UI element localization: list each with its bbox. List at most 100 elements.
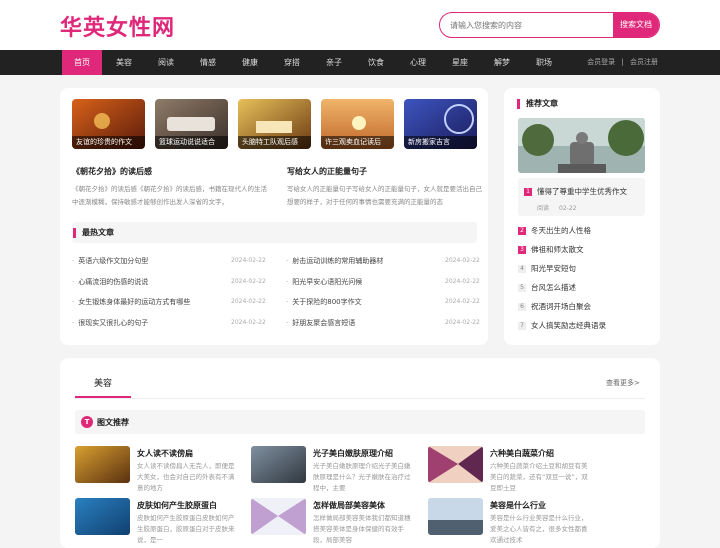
featured-article-desc: 写给女人的正能量句子写给女人的正能量句子，女人就是要活出自己想要的样子，对于任何…: [287, 185, 482, 206]
read-label: 阅读: [537, 205, 550, 212]
nav-item-food[interactable]: 饮食: [356, 50, 396, 75]
rank-badge: 1: [524, 188, 532, 196]
nav-item-emotion[interactable]: 情感: [188, 50, 228, 75]
beauty-item-desc: 美容是什么行业美容是什么行业，爱美之心人皆有之，很多女性都喜欢通过技术: [490, 514, 588, 544]
featured-thumb[interactable]: 许三观卖血记读后: [321, 99, 394, 149]
recommend-image[interactable]: [518, 118, 645, 173]
nav-item-health[interactable]: 健康: [230, 50, 270, 75]
beauty-item-image[interactable]: [75, 498, 130, 535]
beauty-item-photo: [251, 498, 306, 535]
beauty-item-title[interactable]: 美容是什么行业: [490, 500, 546, 511]
hot-list-date: 2024-02-22: [231, 278, 266, 285]
image-text-header-bar: [75, 410, 645, 434]
recommend-item[interactable]: 7 女人搞笑励志经典语录: [518, 320, 606, 331]
beauty-item-title[interactable]: 女人读不读傍扁: [137, 448, 193, 459]
hot-list-item[interactable]: 关于探险的800字作文: [286, 297, 361, 307]
nav-item-beauty[interactable]: 美容: [104, 50, 144, 75]
featured-thumb[interactable]: 篮球运动说说适合: [155, 99, 228, 149]
nav-item-dreams[interactable]: 解梦: [482, 50, 522, 75]
nav-item-horoscope[interactable]: 星座: [440, 50, 480, 75]
rank-badge: 2: [518, 227, 526, 235]
rank-title: 台风怎么描述: [531, 283, 576, 292]
recommend-item[interactable]: 4 阳光早安短句: [518, 263, 576, 274]
featured-thumb[interactable]: 新房搬家吉言: [404, 99, 477, 149]
nav-item-reading[interactable]: 阅读: [146, 50, 186, 75]
beauty-item-desc: 皮肤如何产生胶原蛋白皮肤如何产生胶原蛋白，胶原蛋白对于皮肤来说，是一: [137, 514, 235, 544]
hot-list-item[interactable]: 女生锻炼身体最好的运动方式有哪些: [72, 297, 190, 307]
beauty-item-image[interactable]: [428, 446, 483, 483]
hot-list-item[interactable]: 心痛流泪的伤感的说说: [72, 277, 148, 287]
hot-list-header-bar: [72, 222, 477, 243]
featured-article-desc: 《朝花夕拾》的读后感《朝花夕拾》的读后感，书籍在现代人的生活中逐渐模糊，保持敏感…: [72, 185, 267, 206]
recommend-top-title[interactable]: 1 懂得了尊重中学生优秀作文: [524, 186, 627, 197]
login-link[interactable]: 会员登录: [587, 58, 615, 66]
recommend-item[interactable]: 6 祝酒词开场白聚会: [518, 301, 591, 312]
recommend-top-meta: 阅读 02-22: [537, 203, 576, 212]
beauty-item-desc: 怎样做局部美容美体我们都知道穗搭美容美体是身体保健的有效手段，局部美容: [313, 514, 411, 544]
rank-badge: 5: [518, 284, 526, 292]
featured-article-title[interactable]: 写给女人的正能量句子: [287, 166, 367, 177]
rank-title: 女人搞笑励志经典语录: [531, 321, 606, 330]
beauty-item-title[interactable]: 六种美白蔬菜介绍: [490, 448, 554, 459]
featured-thumb-caption: 许三观卖血记读后: [321, 136, 394, 149]
featured-thumb[interactable]: 头脑特工队观后感: [238, 99, 311, 149]
beauty-item-desc: 女人读不读傍扁人无完人，即便是大美女，也会对自己的外表有不满意的地方: [137, 462, 235, 492]
rank-title: 佛祖和师太散文: [531, 245, 584, 254]
featured-thumb[interactable]: 友谊的珍贵的作文: [72, 99, 145, 149]
rank-title: 阳光早安短句: [531, 264, 576, 273]
beauty-item-title[interactable]: 皮肤如何产生胶原蛋白: [137, 500, 217, 511]
beauty-item-image[interactable]: [251, 498, 306, 535]
search-input[interactable]: [440, 13, 610, 37]
t-badge-icon: T: [81, 416, 93, 428]
beauty-tab-label: 美容: [93, 379, 112, 389]
hot-list-date: 2024-02-22: [231, 298, 266, 305]
beauty-item-image[interactable]: [251, 446, 306, 483]
beauty-tab[interactable]: 美容: [75, 370, 131, 398]
recommend-item[interactable]: 3 佛祖和师太散文: [518, 244, 584, 255]
site-logo[interactable]: 华英女性网: [60, 10, 175, 42]
hot-list-item[interactable]: 英语六级作文加分句型: [72, 256, 148, 266]
rank-title: 冬天出生的人性格: [531, 226, 591, 235]
hot-list-date: 2024-02-22: [445, 257, 480, 264]
nav-item-home[interactable]: 首页: [62, 50, 102, 75]
hot-list-date: 2024-02-22: [445, 278, 480, 285]
beauty-item-title[interactable]: 怎样做局部美容美体: [313, 500, 385, 511]
beauty-item-photo: [75, 498, 130, 535]
featured-thumb-caption: 篮球运动说说适合: [155, 136, 228, 149]
rank-title: 祝酒词开场白聚会: [531, 302, 591, 311]
hot-list-item[interactable]: 好朋友聚会感言短语: [286, 318, 355, 328]
nav-item-parenting[interactable]: 亲子: [314, 50, 354, 75]
beauty-item-image[interactable]: [75, 446, 130, 483]
more-link[interactable]: 查看更多>: [606, 378, 640, 388]
hot-list-item[interactable]: 射击运动训练的常用辅助器材: [286, 256, 383, 266]
rank-badge: 7: [518, 322, 526, 330]
search-button[interactable]: 搜索文档: [613, 13, 659, 37]
site-header: 华英女性网 搜索文档: [0, 0, 720, 50]
nav-item-fashion[interactable]: 穿搭: [272, 50, 312, 75]
featured-article-title[interactable]: 《朝花夕拾》的读后感: [72, 166, 152, 177]
rank-badge: 6: [518, 303, 526, 311]
hot-list-date: 2024-02-22: [445, 298, 480, 305]
register-link[interactable]: 会员注册: [630, 58, 658, 66]
user-links-separator: |: [621, 58, 624, 66]
nav-item-psychology[interactable]: 心理: [398, 50, 438, 75]
beauty-item-title[interactable]: 光子美白嫩肤原理介绍: [313, 448, 393, 459]
beauty-item-photo: [428, 446, 483, 483]
featured-thumb-caption: 友谊的珍贵的作文: [72, 136, 145, 149]
beauty-item-image[interactable]: [428, 498, 483, 535]
statue-image: [518, 118, 645, 173]
image-text-heading: 图文推荐: [97, 418, 129, 427]
nav-item-career[interactable]: 职场: [524, 50, 564, 75]
hot-list-item[interactable]: 很现实又很扎心的句子: [72, 318, 148, 328]
hot-list-item[interactable]: 阳光早安心语阳光问候: [286, 277, 362, 287]
recommend-item[interactable]: 5 台风怎么描述: [518, 282, 576, 293]
user-links: 会员登录 | 会员注册: [587, 50, 658, 75]
rank-badge: 3: [518, 246, 526, 254]
rank-badge: 4: [518, 265, 526, 273]
search-box: 搜索文档: [439, 12, 660, 38]
hot-list-date: 2024-02-22: [231, 319, 266, 326]
beauty-divider: [75, 398, 645, 399]
recommend-item[interactable]: 2 冬天出生的人性格: [518, 225, 591, 236]
recommend-top-date: 02-22: [559, 205, 577, 212]
beauty-item-photo: [251, 446, 306, 483]
